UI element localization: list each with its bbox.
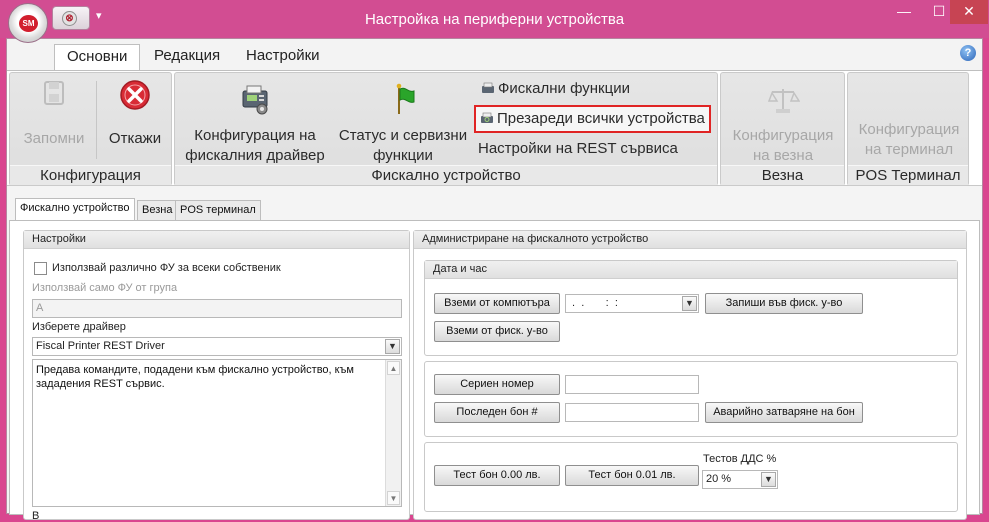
- cut-off-label: В: [32, 510, 40, 522]
- save-icon: [44, 81, 64, 105]
- reload-devices-label: Презареди всички устройства: [497, 110, 705, 127]
- use-group-label: Използвай само ФУ от група: [32, 282, 178, 294]
- ribbon-group-fiscal-device: Конфигурация на фискалния драйвер Статус…: [174, 72, 718, 186]
- app-logo-text: SM: [19, 15, 38, 32]
- terminal-icon: [850, 83, 968, 117]
- ribbon-separator: [96, 81, 97, 159]
- use-different-device-label: Използвай различно ФУ за всеки собствени…: [52, 262, 281, 274]
- driver-description-textarea[interactable]: Предава командите, подадени към фискално…: [32, 359, 402, 507]
- ribbon-tab-bar: Основни Редакция Настройки ?: [7, 39, 982, 70]
- driver-select[interactable]: Fiscal Printer REST Driver ▼: [32, 337, 402, 356]
- ribbon-group-label: Везна: [721, 165, 844, 185]
- small-printer-refresh-icon: [481, 112, 493, 123]
- datetime-input-value: . . : :: [569, 297, 618, 309]
- driver-config-label-line2: фискалния драйвер: [185, 147, 325, 164]
- settings-panel-title: Настройки: [24, 231, 409, 249]
- driver-select-value: Fiscal Printer REST Driver: [36, 340, 165, 352]
- chevron-down-icon[interactable]: ▼: [761, 472, 776, 487]
- chevron-down-icon[interactable]: ▼: [385, 339, 400, 354]
- ribbon: Запомни Откажи Конфигурация Конфигурация…: [7, 70, 982, 186]
- terminal-config-button[interactable]: Конфигурация на терминал: [850, 83, 968, 160]
- serial-number-button[interactable]: Сериен номер: [434, 374, 560, 395]
- scroll-down-icon[interactable]: ▼: [387, 491, 400, 505]
- title-bar: ⊗ ▾ Настройка на периферни устройства — …: [0, 0, 989, 38]
- fiscal-functions-button[interactable]: Фискални функции: [481, 79, 630, 99]
- write-to-device-button[interactable]: Запиши във фиск. у-во: [705, 293, 863, 314]
- datetime-panel-title: Дата и час: [425, 261, 957, 279]
- tab-pos-terminal[interactable]: POS терминал: [175, 200, 261, 220]
- test-receipts-panel: Тест бон 0.00 лв. Тест бон 0.01 лв. Тест…: [424, 442, 958, 512]
- driver-config-button[interactable]: Конфигурация на фискалния драйвер: [181, 83, 329, 166]
- ribbon-group-scale: Конфигурация на везна Везна: [720, 72, 845, 186]
- device-info-panel: Сериен номер Последен бон # Аварийно зат…: [424, 361, 958, 437]
- tab-fiscal-device[interactable]: Фискално устройство: [15, 198, 135, 220]
- last-receipt-button[interactable]: Последен бон #: [434, 402, 560, 423]
- rest-settings-button[interactable]: Настройки на REST сървиса: [478, 139, 678, 159]
- terminal-config-label-line1: Конфигурация: [858, 121, 960, 138]
- window-title: Настройка на периферни устройства: [364, 11, 625, 28]
- emergency-close-receipt-button[interactable]: Аварийно затваряне на бон: [705, 402, 863, 423]
- save-label: Запомни: [23, 130, 85, 147]
- get-from-computer-button[interactable]: Вземи от компютъра: [434, 293, 560, 314]
- ribbon-group-label: Фискално устройство: [175, 165, 717, 185]
- scale-config-label-line2: на везна: [752, 147, 814, 164]
- driver-label: Изберете драйвер: [32, 321, 126, 333]
- scale-config-label-line1: Конфигурация: [732, 127, 834, 144]
- fiscal-printer-icon: [242, 85, 268, 115]
- close-button[interactable]: ✕: [950, 0, 988, 24]
- save-button[interactable]: Запомни: [14, 79, 94, 149]
- cancel-label: Откажи: [108, 130, 162, 147]
- window-frame: Основни Редакция Настройки ? Запомни Отк…: [6, 38, 983, 522]
- status-service-button[interactable]: Статус и сервизни функции: [333, 83, 473, 166]
- ribbon-tab-settings[interactable]: Настройки: [234, 44, 332, 70]
- test-receipt-000-button[interactable]: Тест бон 0.00 лв.: [434, 465, 560, 486]
- test-vat-label: Тестов ДДС %: [703, 453, 777, 465]
- settings-panel: Настройки Използвай различно ФУ за всеки…: [23, 230, 410, 522]
- fiscal-functions-label: Фискални функции: [498, 80, 630, 97]
- datetime-panel: Дата и час Вземи от компютъра . . : : ▼ …: [424, 260, 958, 356]
- status-service-label-line1: Статус и сервизни: [338, 127, 468, 144]
- tab-scale[interactable]: Везна: [137, 200, 178, 220]
- scale-icon: [767, 89, 801, 113]
- app-logo-icon[interactable]: SM: [8, 3, 48, 43]
- ribbon-tab-edit[interactable]: Редакция: [142, 44, 232, 70]
- chevron-down-icon[interactable]: ▼: [682, 296, 697, 311]
- help-icon[interactable]: ?: [960, 45, 976, 61]
- device-tabs: Фискално устройство Везна POS терминал: [7, 198, 982, 220]
- small-printer-icon: [482, 82, 494, 93]
- test-vat-value: 20 %: [706, 473, 732, 485]
- ribbon-group-label: POS Терминал: [848, 165, 968, 185]
- terminal-config-label-line2: на терминал: [864, 141, 954, 158]
- tab-content: Настройки Използвай различно ФУ за всеки…: [9, 220, 980, 522]
- get-from-device-button[interactable]: Вземи от фиск. у-во: [434, 321, 560, 342]
- fiscal-admin-panel-title: Администриране на фискалното устройство: [414, 231, 966, 249]
- minimize-button[interactable]: —: [887, 0, 921, 24]
- datetime-input[interactable]: . . : : ▼: [565, 294, 699, 313]
- test-vat-select[interactable]: 20 % ▼: [702, 470, 778, 489]
- cancel-button[interactable]: Откажи: [100, 79, 170, 149]
- driver-description-text: Предава командите, подадени към фискално…: [36, 364, 354, 390]
- use-different-device-checkbox[interactable]: [34, 262, 47, 275]
- fiscal-admin-panel: Администриране на фискалното устройство …: [413, 230, 967, 520]
- ribbon-group-label: Конфигурация: [10, 165, 171, 185]
- scale-config-button[interactable]: Конфигурация на везна: [723, 83, 843, 166]
- ribbon-group-configuration: Запомни Откажи Конфигурация: [9, 72, 172, 186]
- cancel-icon: [120, 80, 150, 110]
- group-input[interactable]: А: [32, 299, 402, 318]
- last-receipt-field[interactable]: [565, 403, 699, 422]
- test-receipt-001-button[interactable]: Тест бон 0.01 лв.: [565, 465, 699, 486]
- serial-number-field[interactable]: [565, 375, 699, 394]
- reload-devices-button[interactable]: Презареди всички устройства: [474, 105, 711, 133]
- description-scrollbar[interactable]: ▲ ▼: [385, 360, 401, 506]
- driver-config-label-line1: Конфигурация на: [194, 127, 316, 144]
- status-service-label-line2: функции: [373, 147, 433, 164]
- scroll-up-icon[interactable]: ▲: [387, 361, 400, 375]
- flag-icon: [396, 83, 415, 114]
- ribbon-tab-main[interactable]: Основни: [54, 44, 141, 70]
- ribbon-group-pos-terminal: Конфигурация на терминал POS Терминал: [847, 72, 969, 186]
